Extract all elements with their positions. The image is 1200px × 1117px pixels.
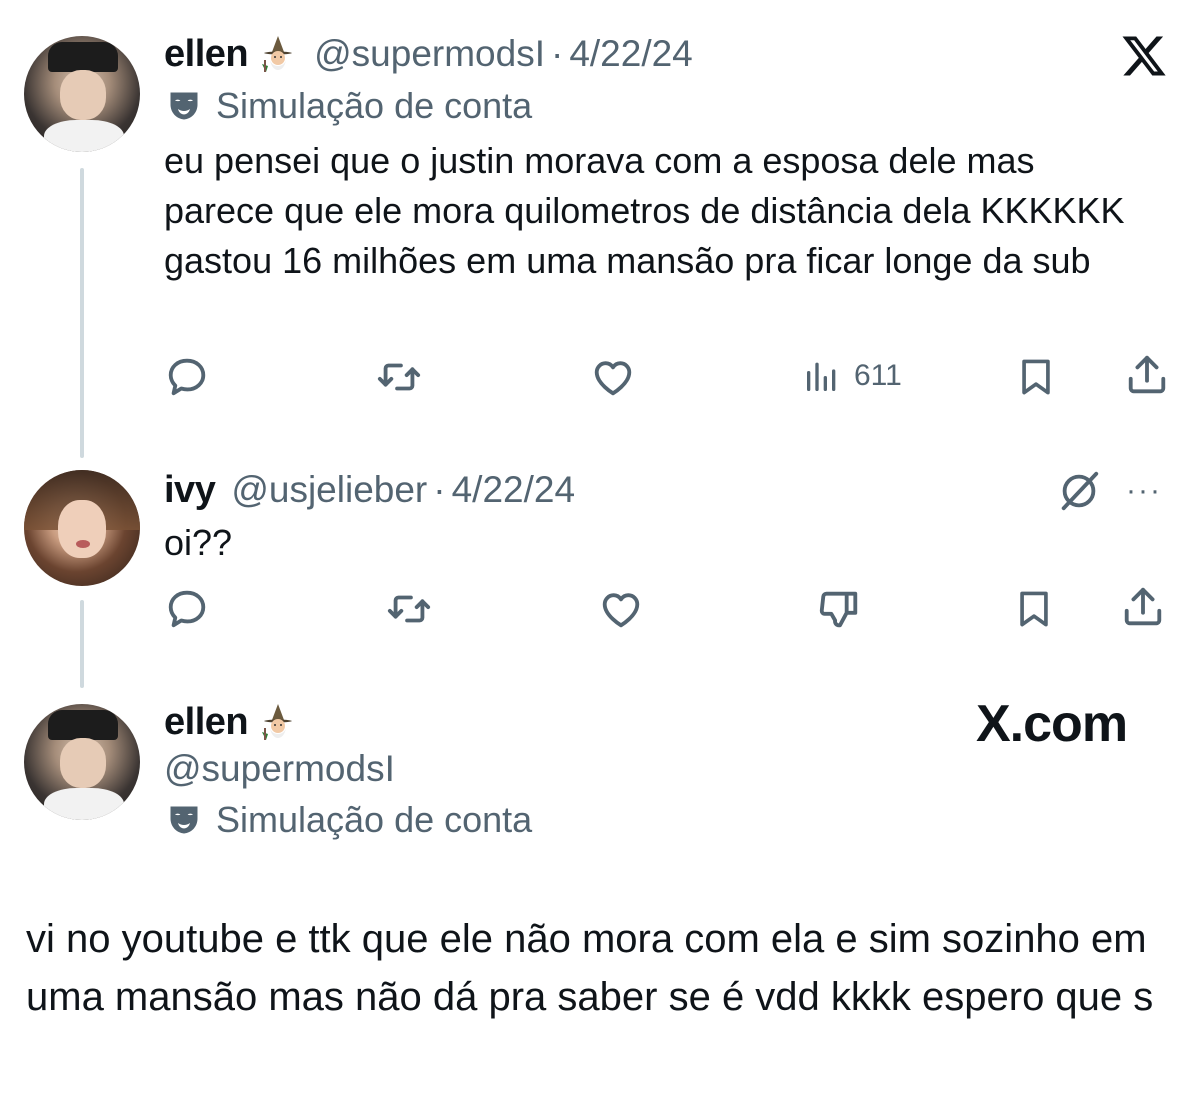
x-logo-icon[interactable] (1118, 32, 1170, 80)
simulation-text: Simulação de conta (216, 85, 533, 126)
profile-name-row: ellen (164, 698, 298, 746)
share-icon (1124, 352, 1170, 398)
reply-text: vi no youtube e ttk que ele não mora com… (26, 917, 1154, 1019)
tweet-date[interactable]: 4/22/24 (452, 469, 575, 511)
more-options-button[interactable]: ··· (1126, 474, 1162, 508)
bookmark-icon (1014, 354, 1058, 400)
mask-icon (166, 88, 202, 124)
thread-line (80, 168, 84, 458)
tweet-header: ellen @supermodsI · 4/22/24 (164, 30, 693, 78)
simulation-text: Simulação de conta (216, 799, 533, 840)
account-simulation-label: Simulação de conta (166, 798, 532, 842)
like-button[interactable] (596, 586, 646, 632)
retweet-icon (384, 586, 434, 632)
reply-button[interactable] (164, 586, 210, 632)
share-button[interactable] (1124, 352, 1170, 398)
display-name[interactable]: ellen (164, 701, 249, 744)
separator-dot: · (433, 469, 446, 510)
reply-icon (164, 586, 210, 632)
avatar[interactable] (24, 470, 140, 586)
display-name[interactable]: ivy (164, 469, 216, 512)
avatar[interactable] (24, 704, 140, 820)
thread-line (80, 600, 84, 688)
bookmark-button[interactable] (1012, 586, 1056, 632)
tweet-text: oi?? (164, 522, 233, 563)
share-button[interactable] (1120, 584, 1166, 630)
retweet-icon (374, 354, 424, 400)
reply-button[interactable] (164, 354, 210, 400)
username-handle[interactable]: @supermodsI (314, 33, 545, 75)
bookmark-button[interactable] (1014, 354, 1058, 400)
tweet-date[interactable]: 4/22/24 (569, 33, 692, 75)
heart-icon (596, 586, 646, 632)
heart-icon (588, 354, 638, 400)
retweet-button[interactable] (384, 586, 434, 632)
profile-handle-row: @supermodsI (164, 746, 395, 792)
share-icon (1120, 584, 1166, 630)
username-handle[interactable]: @usjelieber (231, 469, 427, 511)
separator-dot: · (550, 33, 564, 74)
dislike-icon (816, 586, 862, 632)
username-handle[interactable]: @supermodsI (164, 748, 395, 790)
like-button[interactable] (588, 354, 638, 400)
dislike-button[interactable] (816, 586, 862, 632)
avatar[interactable] (24, 36, 140, 152)
grok-icon[interactable] (1056, 468, 1102, 514)
views-icon (802, 356, 842, 396)
views-count: 611 (854, 359, 902, 392)
display-name[interactable]: ellen (164, 33, 249, 76)
bookmark-icon (1012, 586, 1056, 632)
reply-icon (164, 354, 210, 400)
account-simulation-label: Simulação de conta (166, 84, 532, 128)
x-com-brand: X.com (976, 695, 1128, 753)
tweet-header: ivy @usjelieber · 4/22/24 (164, 466, 575, 514)
mask-icon (166, 802, 202, 838)
wizard-emoji-icon (258, 34, 298, 74)
views-button[interactable]: 611 (802, 356, 902, 396)
wizard-emoji-icon (258, 702, 298, 742)
tweet-text: eu pensei que o justin morava com a espo… (164, 140, 1125, 281)
retweet-button[interactable] (374, 354, 424, 400)
